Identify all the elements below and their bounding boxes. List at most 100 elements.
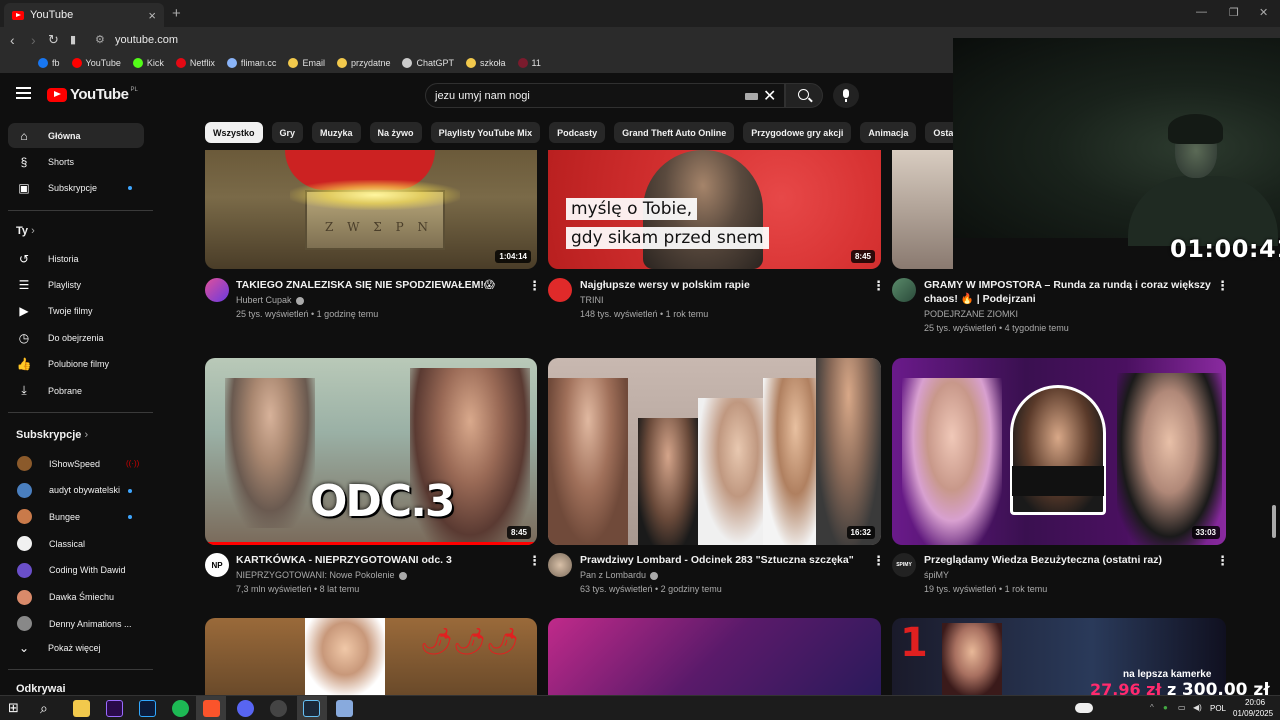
youtube-logo[interactable]: YouTube PL <box>47 86 138 103</box>
new-tab-icon[interactable]: + <box>172 5 181 22</box>
steam-icon[interactable] <box>303 700 320 717</box>
video-title[interactable]: KARTKÓWKA - NIEPRZYGOTOWANI odc. 3 <box>236 553 452 567</box>
channel-name[interactable]: śpiMY <box>924 570 949 580</box>
app-icon[interactable] <box>336 700 353 717</box>
more-options-icon[interactable]: ⋮ <box>528 553 541 569</box>
more-options-icon[interactable]: ⋮ <box>528 278 541 294</box>
video-title[interactable]: Przeglądamy Wiedza Bezużyteczna (ostatni… <box>924 553 1162 567</box>
bookmark-item[interactable]: ChatGPT <box>402 58 454 68</box>
video-thumbnail[interactable]: myślę o Tobie, gdy sikam przed snem 8:45 <box>548 150 881 269</box>
spotify-icon[interactable] <box>172 700 189 717</box>
bookmark-item[interactable]: Netflix <box>175 58 215 68</box>
bookmark-item[interactable]: Email <box>288 58 325 68</box>
keyboard-icon[interactable] <box>745 93 758 100</box>
video-title[interactable]: TAKIEGO ZNALEZISKA SIĘ NIE SPODZIEWAŁEM!… <box>236 278 495 292</box>
sidebar-subscription-item[interactable]: Denny Animations ... <box>8 611 144 636</box>
filter-chip[interactable]: Ostatnio p <box>925 122 953 143</box>
more-options-icon[interactable]: ⋮ <box>872 553 885 569</box>
sidebar-subscription-item[interactable]: audyt obywatelski <box>8 478 144 503</box>
sidebar-item-history[interactable]: ↺ Historia <box>8 246 144 271</box>
sidebar-item-downloads[interactable]: ⤓ Pobrane <box>8 378 144 403</box>
reload-icon[interactable]: ↻ <box>48 32 59 48</box>
filter-chip[interactable]: Podcasty <box>549 122 606 143</box>
channel-avatar[interactable] <box>892 278 916 302</box>
video-thumbnail[interactable] <box>548 618 881 695</box>
filter-chip[interactable]: Na żywo <box>369 122 422 143</box>
bookmark-item[interactable]: szkoła <box>466 58 506 68</box>
bookmark-icon[interactable]: ▮ <box>70 33 76 46</box>
tray-status-icon[interactable]: ● <box>1163 703 1168 712</box>
file-explorer-icon[interactable] <box>73 700 90 717</box>
channel-avatar[interactable] <box>548 553 572 577</box>
bookmark-item[interactable]: fb <box>38 58 60 68</box>
filter-chip[interactable]: Playlisty YouTube Mix <box>430 122 541 143</box>
video-thumbnail[interactable]: 🌶🌶🌶 <box>205 618 537 695</box>
video-title[interactable]: GRAMY W IMPOSTORA – Runda za rundą i cor… <box>924 278 1211 292</box>
channel-avatar[interactable] <box>205 278 229 302</box>
forward-icon[interactable]: › <box>31 32 36 48</box>
url-field[interactable]: youtube.com <box>115 34 178 46</box>
more-options-icon[interactable]: ⋮ <box>1216 553 1229 569</box>
video-thumbnail[interactable]: 33:03 <box>892 358 1226 545</box>
search-button[interactable] <box>785 83 823 108</box>
tab-youtube[interactable]: YouTube × <box>4 3 164 27</box>
close-tab-icon[interactable]: × <box>148 8 156 23</box>
filter-chip[interactable]: Animacja <box>860 122 917 143</box>
network-icon[interactable]: ▭ <box>1178 703 1186 712</box>
minimize-icon[interactable]: — <box>1196 6 1207 18</box>
windows-start-icon[interactable]: ⊞ <box>8 700 25 717</box>
video-title[interactable]: Najgłupsze wersy w polskim rapie <box>580 278 750 292</box>
menu-icon[interactable] <box>16 87 31 99</box>
subscriptions-section-header[interactable]: Subskrypcje › <box>16 429 88 441</box>
sidebar-item-playlists[interactable]: ☰ Playlisty <box>8 272 144 297</box>
filter-chip[interactable]: Gry <box>271 122 304 143</box>
discord-icon[interactable] <box>237 700 254 717</box>
sidebar-item-home[interactable]: ⌂ Główna <box>8 123 144 148</box>
bookmark-item[interactable]: przydatne <box>336 58 390 68</box>
obs-icon[interactable] <box>270 700 287 717</box>
back-icon[interactable]: ‹ <box>10 32 15 48</box>
sidebar-item-watch-later[interactable]: ◷ Do obejrzenia <box>8 325 144 350</box>
channel-avatar[interactable] <box>548 278 572 302</box>
channel-name[interactable]: PODEJRZANE ZIOMKI <box>924 309 1018 319</box>
filter-chip[interactable]: Grand Theft Auto Online <box>614 122 735 143</box>
show-more-button[interactable]: ⌄ Pokaż więcej <box>8 635 144 660</box>
channel-name[interactable]: TRINI <box>580 295 604 305</box>
video-title-line-2[interactable]: chaos! 🔥 | Podejrzani <box>924 292 1036 306</box>
video-thumbnail[interactable]: Z W Σ P N 1:04:14 <box>205 150 537 269</box>
more-options-icon[interactable]: ⋮ <box>1216 278 1229 294</box>
sidebar-subscription-item[interactable]: Classical <box>8 531 144 556</box>
maximize-icon[interactable]: ❐ <box>1229 6 1239 19</box>
clock-date[interactable]: 01/09/2025 <box>1233 709 1273 718</box>
sidebar-subscription-item[interactable]: IShowSpeed <box>8 451 144 476</box>
search-input[interactable]: jezu umyj nam nogi <box>425 83 785 108</box>
video-thumbnail[interactable] <box>892 150 953 269</box>
sidebar-item-liked[interactable]: 👍 Polubione filmy <box>8 351 144 376</box>
tray-chevron-icon[interactable]: ^ <box>1150 703 1154 712</box>
search-icon[interactable]: ⌕ <box>40 700 57 717</box>
more-options-icon[interactable]: ⋮ <box>872 278 885 294</box>
bookmark-item[interactable]: Kick <box>132 58 164 68</box>
voice-search-button[interactable] <box>833 83 859 108</box>
page-scrollbar[interactable] <box>1272 505 1276 538</box>
brave-icon[interactable] <box>203 700 220 717</box>
site-settings-icon[interactable]: ⚙ <box>95 33 105 46</box>
filter-chip[interactable]: Przygodowe gry akcji <box>743 122 852 143</box>
premiere-icon[interactable] <box>106 700 123 717</box>
video-thumbnail[interactable]: 16:32 <box>548 358 881 545</box>
channel-name[interactable]: NIEPRZYGOTOWANI: Nowe Pokolenie <box>236 570 407 580</box>
photoshop-icon[interactable] <box>139 700 156 717</box>
clock-time[interactable]: 20:06 <box>1245 698 1265 707</box>
sidebar-subscription-item[interactable]: Bungee <box>8 504 144 529</box>
sidebar-item-your-videos[interactable]: ▶ Twoje filmy <box>8 298 144 323</box>
volume-icon[interactable]: ◀) <box>1193 703 1202 712</box>
video-thumbnail[interactable]: ODC.3 8:45 <box>205 358 537 545</box>
bookmark-item[interactable]: 11 <box>517 58 541 68</box>
filter-chip[interactable]: Muzyka <box>312 122 361 143</box>
channel-name[interactable]: Pan z Lombardu <box>580 570 659 580</box>
channel-name[interactable]: Hubert Cupak <box>236 295 304 305</box>
bookmark-item[interactable]: YouTube <box>71 58 121 68</box>
close-window-icon[interactable]: ✕ <box>1259 6 1268 19</box>
bookmark-item[interactable]: fliman.cc <box>226 58 276 68</box>
you-section-header[interactable]: Ty › <box>16 225 35 237</box>
